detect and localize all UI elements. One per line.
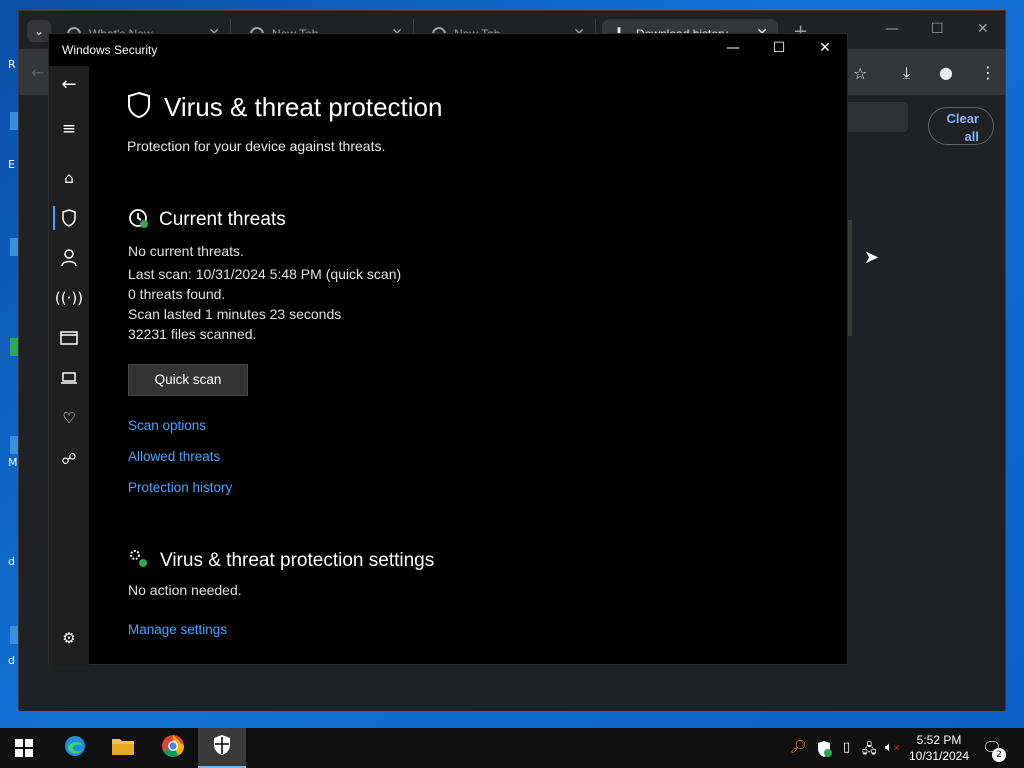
- family-icon[interactable]: ☍: [57, 447, 81, 471]
- start-button[interactable]: [0, 728, 48, 768]
- files-scanned-text: 32231 files scanned.: [128, 326, 257, 342]
- app-browser-icon[interactable]: [57, 326, 81, 350]
- bookmark-star-icon[interactable]: ☆: [853, 64, 867, 83]
- clear-all-button[interactable]: Clear all: [928, 107, 994, 145]
- settings-icon[interactable]: ⚙: [57, 626, 81, 650]
- volume-muted-icon[interactable]: 🔈︎✕: [885, 740, 900, 755]
- section-title: Current threats: [159, 209, 286, 230]
- network-icon[interactable]: ((·)): [55, 286, 83, 310]
- desktop-icon-label: d: [8, 555, 15, 568]
- desktop-icon[interactable]: [10, 112, 18, 130]
- close-icon[interactable]: ✕: [977, 21, 989, 37]
- menu-icon[interactable]: ≡: [57, 117, 81, 141]
- last-scan-text: Last scan: 10/31/2024 5:48 PM (quick sca…: [128, 266, 402, 282]
- page-title: Virus & threat protection: [164, 91, 443, 122]
- desktop-icon[interactable]: [10, 338, 18, 356]
- title-bar: Windows Security — ☐ ✕: [49, 34, 847, 66]
- network-tray-icon[interactable]: 🖧︎: [862, 740, 877, 762]
- account-icon[interactable]: [57, 246, 81, 270]
- minimize-icon[interactable]: —: [721, 40, 745, 60]
- threat-status: No current threats.: [128, 243, 244, 259]
- threats-found-text: 0 threats found.: [128, 286, 226, 302]
- profile-icon[interactable]: ●: [939, 63, 953, 82]
- protection-history-link[interactable]: Protection history: [128, 480, 232, 495]
- scrollbar[interactable]: [848, 220, 852, 336]
- folder-icon: [111, 736, 135, 760]
- chrome-icon: [161, 734, 185, 762]
- back-arrow-icon[interactable]: ←: [31, 63, 44, 82]
- window-title: Windows Security: [62, 43, 158, 57]
- home-icon[interactable]: ⌂: [57, 166, 81, 190]
- usb-tray-icon[interactable]: ▯: [843, 740, 850, 755]
- close-icon[interactable]: ✕: [813, 40, 837, 60]
- health-icon[interactable]: ♡: [57, 406, 81, 430]
- desktop-icon-label: E: [8, 158, 15, 171]
- search-tray-icon[interactable]: 🔎︎: [790, 740, 807, 755]
- desktop-icon-label: R: [8, 58, 16, 71]
- desktop-icon-label: M: [8, 456, 18, 469]
- back-arrow-icon[interactable]: ←: [57, 72, 81, 96]
- settings-header: Virus & threat protection settings: [128, 548, 434, 574]
- allowed-threats-link[interactable]: Allowed threats: [128, 449, 220, 464]
- scan-duration-text: Scan lasted 1 minutes 23 seconds: [128, 306, 342, 322]
- manage-settings-link[interactable]: Manage settings: [128, 622, 227, 637]
- maximize-icon[interactable]: ☐: [767, 40, 791, 60]
- sidebar-nav: ← ≡ ⌂ ((·)) ♡ ☍ ⚙: [49, 66, 89, 666]
- desktop-icon[interactable]: [10, 436, 18, 454]
- scan-history-icon: [127, 207, 149, 233]
- desktop-icon[interactable]: [10, 238, 18, 256]
- section-title: Virus & threat protection settings: [160, 550, 435, 571]
- page-subtitle: Protection for your device against threa…: [127, 138, 386, 154]
- shield-icon[interactable]: [57, 206, 81, 230]
- settings-gears-icon: [128, 548, 150, 574]
- notification-count-badge: 2: [992, 748, 1006, 762]
- windows-security-taskbar-button[interactable]: [198, 728, 246, 768]
- desktop-icon-label: d: [8, 654, 15, 667]
- nav-selection-indicator: [53, 206, 55, 230]
- mouse-cursor-icon: ➤: [864, 247, 880, 268]
- quick-scan-button[interactable]: Quick scan: [128, 364, 248, 396]
- chrome-taskbar-button[interactable]: [149, 728, 197, 768]
- clock-date: 10/31/2024: [908, 749, 970, 763]
- clock[interactable]: 5:52 PM 10/31/2024: [904, 732, 974, 764]
- page-header: Virus & threat protection: [126, 91, 442, 123]
- maximize-icon[interactable]: ☐: [931, 21, 944, 37]
- settings-status: No action needed.: [128, 582, 242, 598]
- desktop-icon[interactable]: [10, 626, 18, 644]
- file-explorer-taskbar-button[interactable]: [99, 728, 147, 768]
- minimize-icon[interactable]: —: [885, 21, 899, 37]
- more-menu-icon[interactable]: ⋮: [980, 63, 996, 82]
- device-icon[interactable]: [57, 366, 81, 390]
- security-tray-icon[interactable]: [816, 740, 832, 762]
- edge-icon: [63, 734, 87, 762]
- scan-options-link[interactable]: Scan options: [128, 418, 206, 433]
- edge-taskbar-button[interactable]: [51, 728, 99, 768]
- current-threats-header: Current threats: [127, 207, 286, 233]
- shield-icon: [126, 91, 152, 123]
- shield-icon: [212, 734, 232, 760]
- windows-logo-icon: [15, 739, 33, 757]
- downloads-icon[interactable]: ⤓: [903, 63, 910, 83]
- clock-time: 5:52 PM: [916, 733, 962, 747]
